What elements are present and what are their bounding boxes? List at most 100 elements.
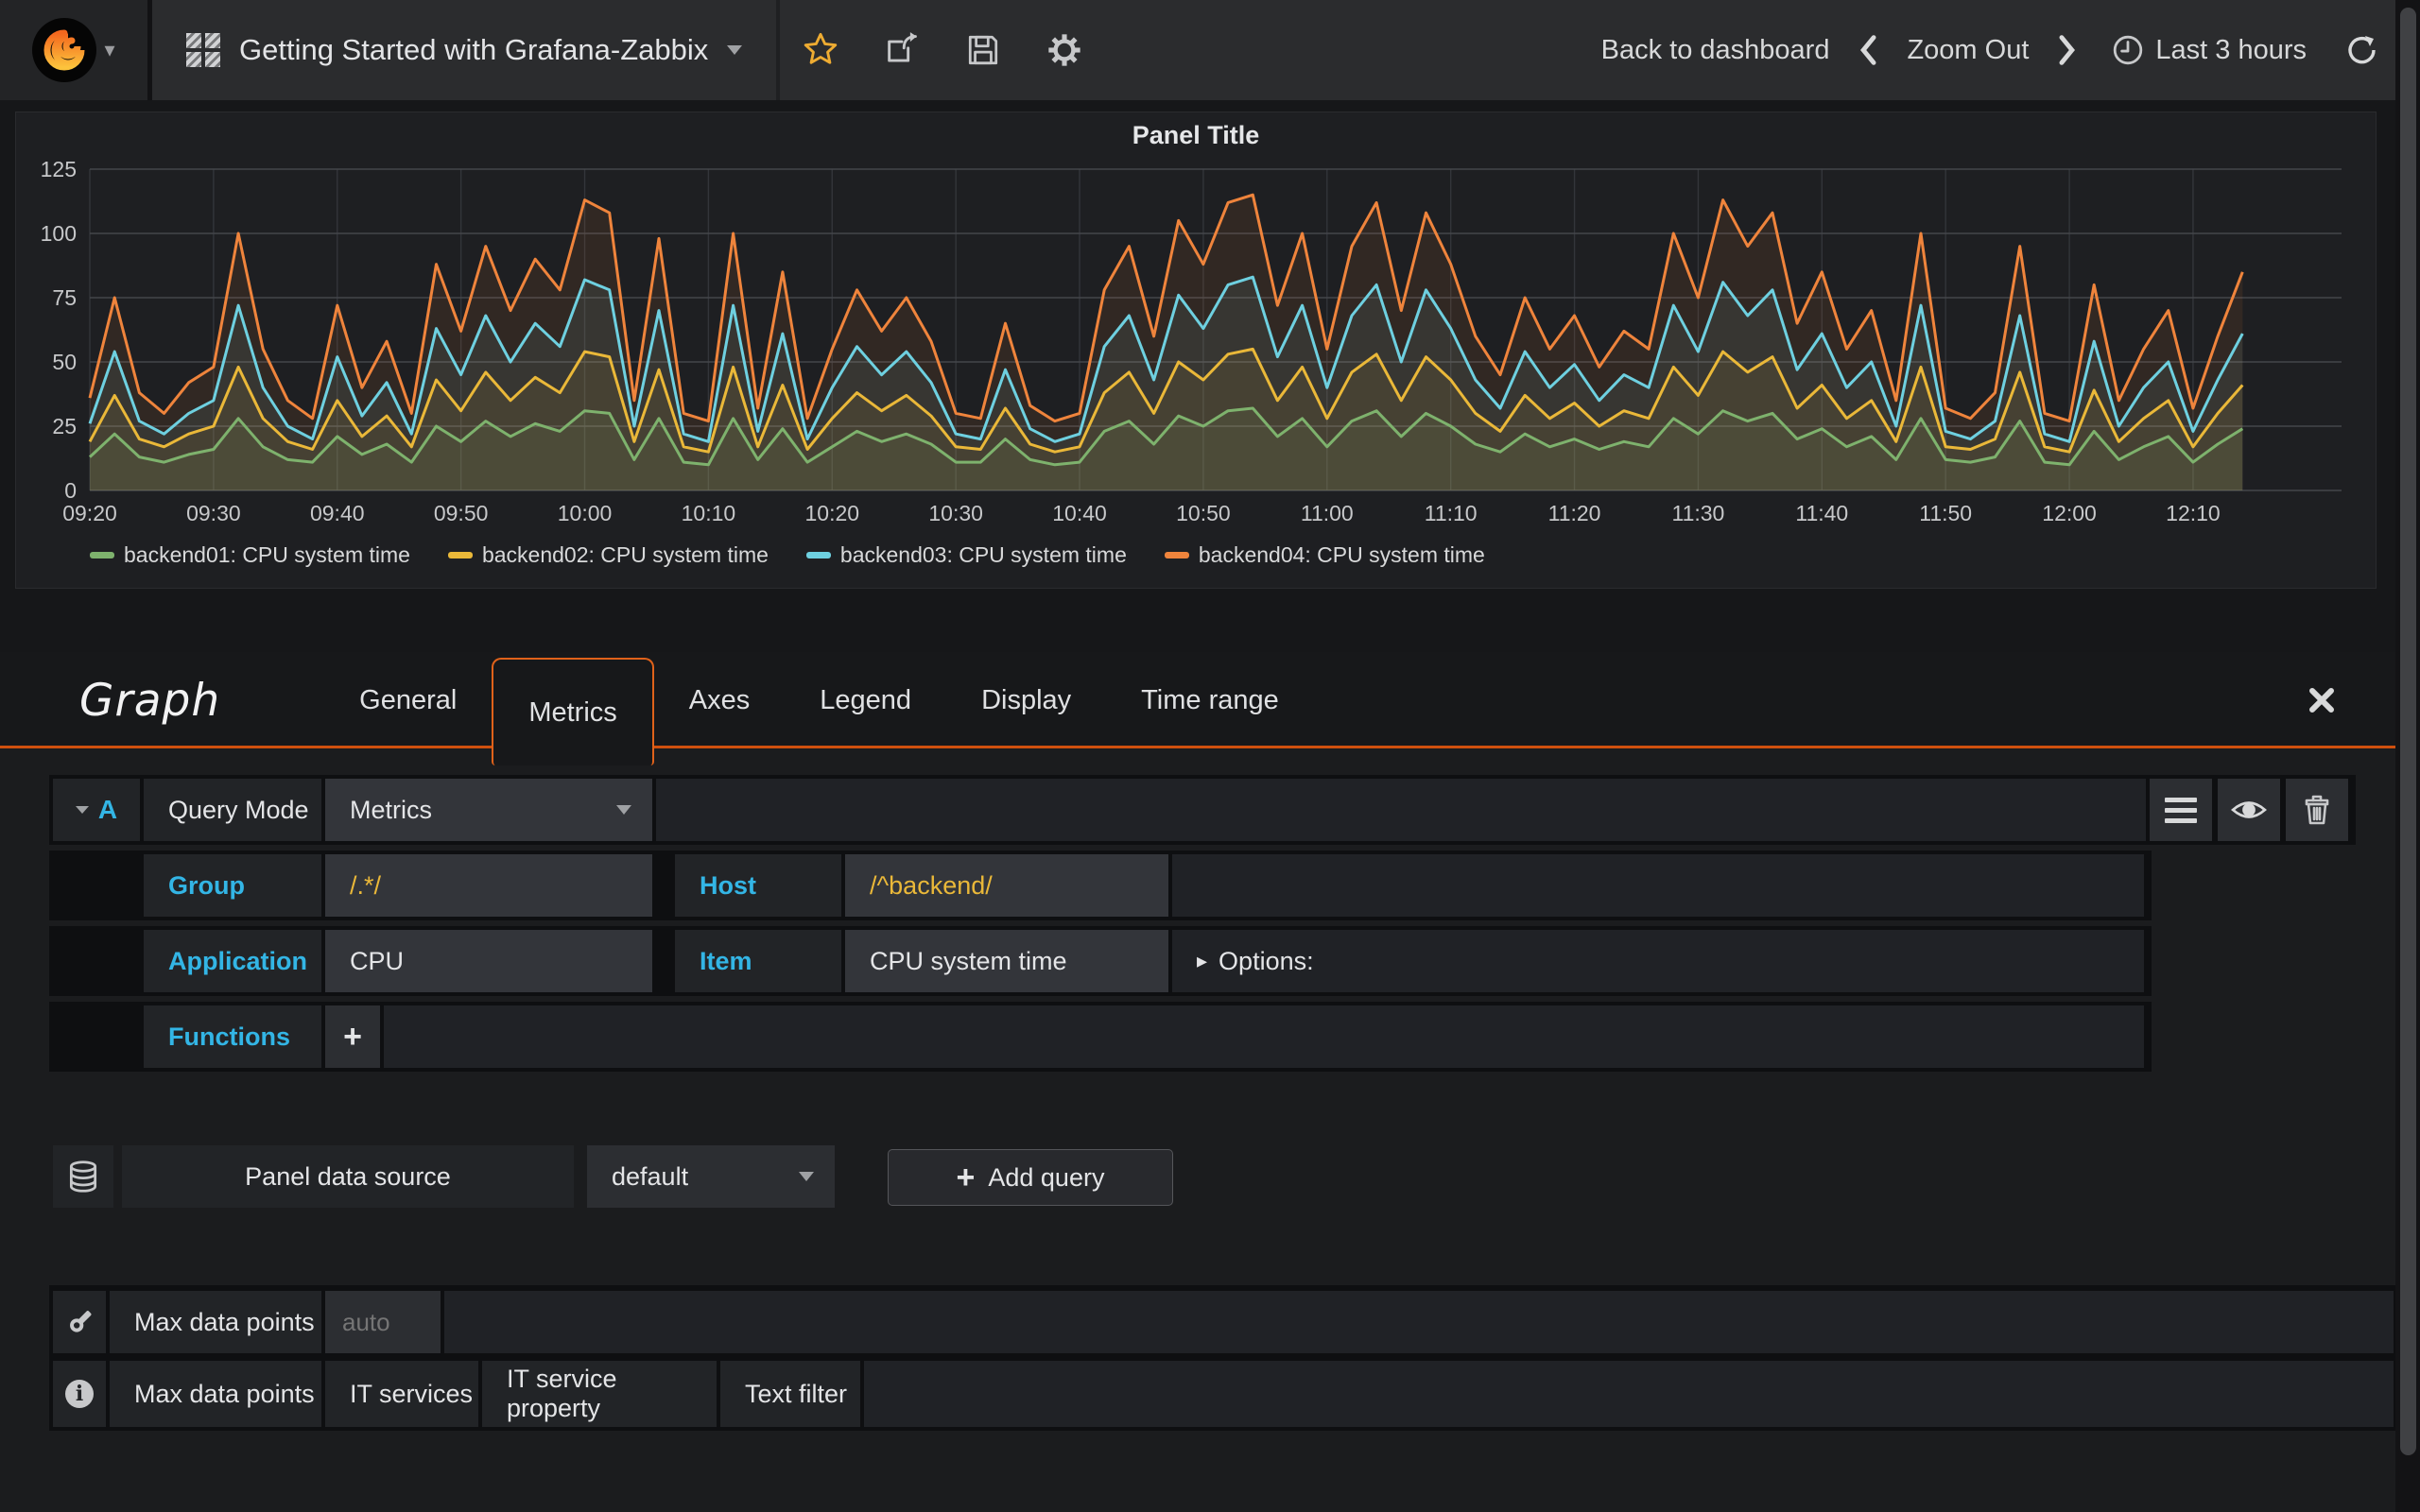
svg-text:09:50: 09:50 xyxy=(434,501,489,525)
svg-text:12:10: 12:10 xyxy=(2166,501,2221,525)
back-to-dashboard-button[interactable]: Back to dashboard xyxy=(1588,35,1843,66)
svg-text:125: 125 xyxy=(41,158,77,181)
query-delete-button[interactable] xyxy=(2286,779,2348,841)
settings-button[interactable] xyxy=(1024,0,1105,100)
chart-legend: backend01: CPU system time backend02: CPU… xyxy=(16,542,2376,568)
datasource-icon-cell xyxy=(53,1145,113,1208)
svg-text:10:30: 10:30 xyxy=(928,501,983,525)
legend-swatch xyxy=(90,552,114,558)
svg-text:11:10: 11:10 xyxy=(1425,501,1478,525)
host-label: Host xyxy=(675,854,841,917)
query-toggle-visibility-button[interactable] xyxy=(2218,779,2280,841)
menu-icon xyxy=(2165,798,2197,823)
svg-text:75: 75 xyxy=(52,285,77,310)
tab-general[interactable]: General xyxy=(324,652,492,748)
panel-datasource-select[interactable]: default xyxy=(587,1145,835,1208)
tab-metrics[interactable]: Metrics xyxy=(492,658,653,765)
query-ref-toggle[interactable]: A xyxy=(53,779,140,841)
time-range-picker[interactable]: Last 3 hours xyxy=(2093,34,2307,66)
grafana-app: ▾ Getting Started with Grafana-Zabbix xyxy=(0,0,2420,1512)
close-icon[interactable] xyxy=(2305,683,2339,717)
database-icon xyxy=(65,1159,101,1194)
svg-text:10:10: 10:10 xyxy=(682,501,736,525)
panel-type-title: Graph xyxy=(79,675,220,727)
options-expand-icon: ▸ xyxy=(1197,949,1207,973)
query-row-filler xyxy=(656,779,2146,841)
options-toggle[interactable]: ▸ Options: xyxy=(1172,930,2144,992)
legend-label: backend02: CPU system time xyxy=(482,542,769,568)
query-menu-button[interactable] xyxy=(2150,779,2212,841)
zoom-out-button[interactable]: Zoom Out xyxy=(1893,35,2042,66)
dashboard-title-button[interactable]: Getting Started with Grafana-Zabbix xyxy=(152,0,780,100)
save-icon xyxy=(965,32,1001,68)
svg-text:100: 100 xyxy=(41,221,77,246)
refresh-icon[interactable] xyxy=(2344,33,2378,67)
svg-text:11:50: 11:50 xyxy=(1919,501,1972,525)
query-mode-value: Metrics xyxy=(350,796,432,825)
legend-item[interactable]: backend03: CPU system time xyxy=(806,542,1127,568)
gear-icon xyxy=(1046,31,1083,69)
svg-text:0: 0 xyxy=(64,478,77,503)
plus-icon: + xyxy=(343,1019,362,1056)
legend-swatch xyxy=(806,552,831,558)
legend-label: backend03: CPU system time xyxy=(840,542,1127,568)
info-icon: i xyxy=(65,1380,94,1408)
chevron-left-icon[interactable] xyxy=(1856,34,1880,66)
query-mode-select[interactable]: Metrics xyxy=(325,779,652,841)
item-label: Item xyxy=(675,930,841,992)
legend-item[interactable]: backend04: CPU system time xyxy=(1165,542,1485,568)
time-range-label: Last 3 hours xyxy=(2155,35,2307,66)
tab-display[interactable]: Display xyxy=(946,652,1106,748)
max-data-points-input-cell[interactable] xyxy=(325,1291,441,1353)
query-row-filler xyxy=(1172,854,2144,917)
top-navbar: ▾ Getting Started with Grafana-Zabbix xyxy=(0,0,2420,100)
host-value-input[interactable]: /^backend/ xyxy=(845,854,1168,917)
info-cell-it-service-property[interactable]: IT service property xyxy=(482,1361,717,1427)
panel-datasource-label: Panel data source xyxy=(122,1145,574,1208)
svg-text:09:40: 09:40 xyxy=(310,501,365,525)
tab-legend[interactable]: Legend xyxy=(785,652,946,748)
tabbar-accent-line xyxy=(0,746,2420,748)
query-row-filler xyxy=(384,1005,2144,1068)
dashboard-grid-icon xyxy=(186,33,220,67)
item-value-input[interactable]: CPU system time xyxy=(845,930,1168,992)
query-ref-letter: A xyxy=(98,795,117,825)
cpu-time-series-chart: 09:2009:3009:4009:5010:0010:1010:2010:30… xyxy=(16,158,2376,536)
chevron-right-icon[interactable] xyxy=(2055,34,2080,66)
caret-down-icon xyxy=(616,805,631,815)
scrollbar-thumb[interactable] xyxy=(2400,8,2416,1455)
plus-icon: + xyxy=(957,1160,976,1196)
grafana-menu-button[interactable]: ▾ xyxy=(0,0,152,100)
svg-text:10:50: 10:50 xyxy=(1176,501,1231,525)
svg-text:12:00: 12:00 xyxy=(2042,501,2097,525)
panel-editor-header: Graph General Metrics Axes Legend Displa… xyxy=(0,652,2420,748)
trash-icon xyxy=(2302,794,2332,826)
legend-item[interactable]: backend02: CPU system time xyxy=(448,542,769,568)
add-query-button[interactable]: + Add query xyxy=(888,1149,1173,1206)
panel-title[interactable]: Panel Title xyxy=(16,112,2376,158)
application-value-input[interactable]: CPU xyxy=(325,930,652,992)
svg-text:10:40: 10:40 xyxy=(1052,501,1107,525)
tab-axes[interactable]: Axes xyxy=(654,652,785,748)
grafana-logo xyxy=(32,18,96,82)
info-cell-it-services[interactable]: IT services xyxy=(325,1361,478,1427)
group-value-input[interactable]: /.*/ xyxy=(325,854,652,917)
share-button[interactable] xyxy=(861,0,942,100)
eye-icon xyxy=(2231,796,2267,824)
caret-down-icon xyxy=(76,806,89,814)
editor-tabs: General Metrics Axes Legend Display Time… xyxy=(324,652,1314,748)
save-button[interactable] xyxy=(942,0,1024,100)
svg-text:10:00: 10:00 xyxy=(558,501,613,525)
star-button[interactable] xyxy=(780,0,861,100)
tab-time-range[interactable]: Time range xyxy=(1106,652,1314,748)
max-data-points-input[interactable] xyxy=(325,1307,441,1338)
share-icon xyxy=(883,31,921,69)
legend-swatch xyxy=(1165,552,1189,558)
legend-item[interactable]: backend01: CPU system time xyxy=(90,542,410,568)
info-cell-max-data-points[interactable]: Max data points xyxy=(110,1361,321,1427)
max-data-points-label: Max data points xyxy=(110,1291,321,1353)
graph-panel: Panel Title 09:2009:3009:4009:5010:0010:… xyxy=(15,112,2377,589)
group-label: Group xyxy=(144,854,321,917)
info-cell-text-filter[interactable]: Text filter xyxy=(720,1361,860,1427)
add-function-button[interactable]: + xyxy=(325,1005,380,1068)
